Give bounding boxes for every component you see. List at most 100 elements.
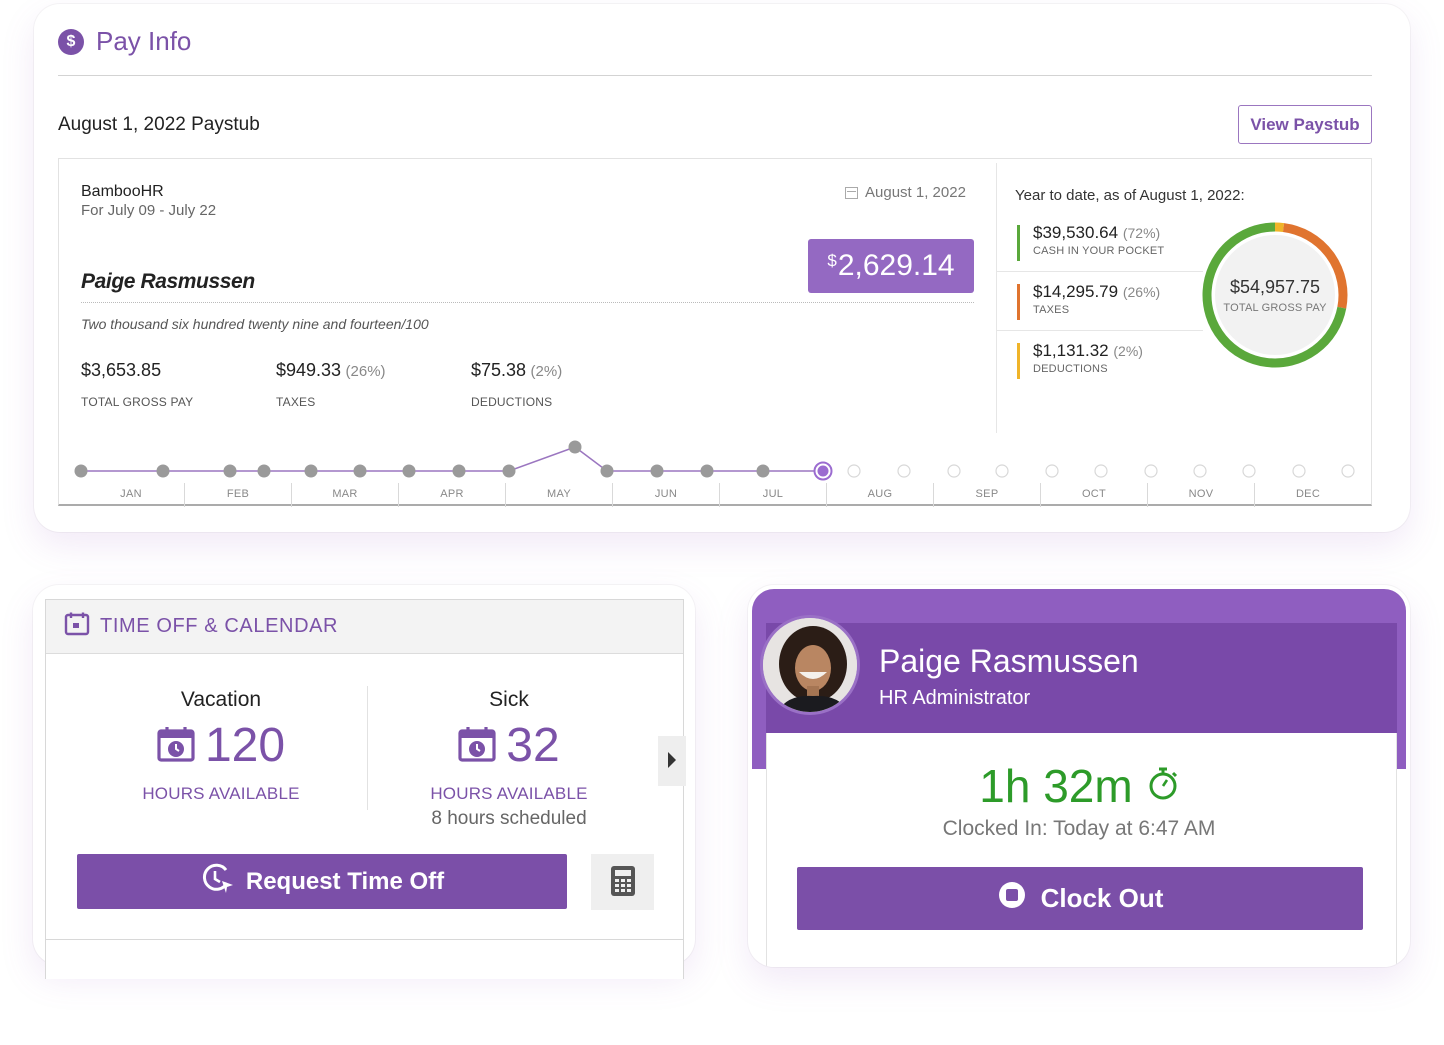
paycheck-point[interactable] <box>74 464 88 478</box>
stat-gross: $3,653.85 TOTAL GROSS PAY <box>81 360 193 409</box>
month-label: JUL <box>762 488 784 500</box>
pay-info-header: $ Pay Info <box>58 26 191 57</box>
paycheck-point[interactable] <box>156 464 170 478</box>
donut-center: $54,957.75 TOTAL GROSS PAY <box>1209 277 1341 314</box>
paycheck-point[interactable] <box>402 464 416 478</box>
current-paycheck-point[interactable] <box>817 465 829 477</box>
employer-name: BambooHR <box>81 183 164 200</box>
stop-icon <box>997 880 1027 917</box>
stat-label: TAXES <box>276 395 316 409</box>
ytd-label: DEDUCTIONS <box>1033 363 1108 375</box>
time-off-panel: TIME OFF & CALENDAR Vacation 120 HOURS A… <box>45 599 686 979</box>
view-paystub-button[interactable]: View Paystub <box>1238 105 1372 144</box>
clocked-in-text: Clocked In: Today at 6:47 AM <box>942 817 1216 840</box>
future-paycheck-point <box>1045 464 1059 478</box>
pay-date-text: August 1, 2022 <box>865 184 966 201</box>
future-paycheck-point <box>847 464 861 478</box>
month-separator <box>291 483 292 507</box>
header-divider <box>58 75 1372 76</box>
donut-slice-deductions <box>1274 222 1285 233</box>
stat-amount: $3,653.85 <box>81 360 162 380</box>
request-time-off-button[interactable]: Request Time Off <box>77 854 567 909</box>
paycheck-point[interactable] <box>502 464 516 478</box>
future-paycheck-point <box>1193 464 1207 478</box>
ytd-row-taxes: $14,295.79 (26%) TAXES <box>1017 282 1201 320</box>
calendar-clock-icon <box>157 726 195 767</box>
ytd-color-bar <box>1017 343 1020 379</box>
stopwatch-icon <box>1147 767 1179 806</box>
month-label: JAN <box>120 488 142 500</box>
paycheck-point[interactable] <box>650 464 664 478</box>
stat-taxes: $949.33 (26%) TAXES <box>276 360 386 409</box>
month-label: OCT <box>1081 488 1107 500</box>
sick-hours-label: HOURS AVAILABLE <box>430 784 588 803</box>
amount-in-words: Two thousand six hundred twenty nine and… <box>81 316 429 332</box>
panel-divider <box>46 939 683 940</box>
ytd-amount: $14,295.79 <box>1033 282 1119 301</box>
stub-divider <box>81 302 974 303</box>
month-separator <box>505 483 506 507</box>
column-divider <box>996 163 997 433</box>
future-paycheck-point <box>897 464 911 478</box>
clock-out-button[interactable]: Clock Out <box>797 867 1363 930</box>
ytd-percent: (2%) <box>1113 343 1143 359</box>
elapsed-time: 1h 32m <box>748 763 1410 809</box>
paycheck-point[interactable] <box>353 464 367 478</box>
ytd-amount: $39,530.64 <box>1033 223 1119 242</box>
future-paycheck-point <box>947 464 961 478</box>
calendar-icon <box>64 611 90 642</box>
calendar-icon <box>845 186 858 199</box>
elapsed-time-text: 1h 32m <box>979 760 1133 812</box>
time-off-card: TIME OFF & CALENDAR Vacation 120 HOURS A… <box>33 585 695 979</box>
future-paycheck-point <box>1242 464 1256 478</box>
month-label: MAY <box>547 488 571 500</box>
pay-info-title: Pay Info <box>96 26 192 56</box>
stat-percent: (2%) <box>530 363 563 380</box>
ytd-row-deductions: $1,131.32 (2%) DEDUCTIONS <box>1017 341 1201 379</box>
vacation-hours-label: HOURS AVAILABLE <box>142 784 300 803</box>
month-separator <box>826 483 827 507</box>
clock-arrow-icon <box>200 861 234 902</box>
stat-amount: $75.38 <box>471 360 527 380</box>
month-separator <box>1254 483 1255 507</box>
paycheck-point[interactable] <box>756 464 770 478</box>
vacation-title: Vacation <box>180 688 262 711</box>
sick-balance[interactable]: Sick 32 HOURS AVAILABLE 8 hours schedule… <box>369 688 649 830</box>
calculator-button[interactable] <box>591 854 654 910</box>
paycheck-point[interactable] <box>257 464 271 478</box>
paycheck-point[interactable] <box>452 464 466 478</box>
stat-label: TOTAL GROSS PAY <box>81 395 194 409</box>
ytd-amount: $1,131.32 <box>1033 341 1109 360</box>
stat-label: DEDUCTIONS <box>471 395 553 409</box>
paycheck-point[interactable] <box>600 464 614 478</box>
future-paycheck-point <box>1144 464 1158 478</box>
ytd-divider <box>997 271 1203 272</box>
paycheck-point[interactable] <box>568 440 582 454</box>
request-time-off-label: Request Time Off <box>245 867 445 895</box>
paycheck-point[interactable] <box>700 464 714 478</box>
sick-title: Sick <box>489 688 529 711</box>
next-arrow-button[interactable] <box>658 736 686 786</box>
month-separator <box>612 483 613 507</box>
time-off-title: TIME OFF & CALENDAR <box>100 615 339 637</box>
vacation-hours: 120 <box>204 719 286 772</box>
vacation-balance[interactable]: Vacation 120 HOURS AVAILABLE <box>81 688 361 804</box>
paycheck-point[interactable] <box>223 464 237 478</box>
month-label: NOV <box>1188 488 1214 500</box>
employee-name: Paige Rasmussen <box>879 643 1139 679</box>
future-paycheck-point <box>1292 464 1306 478</box>
paycheck-point[interactable] <box>304 464 318 478</box>
paystub-summary: BambooHR For July 09 - July 22 August 1,… <box>58 158 1372 507</box>
stat-deductions: $75.38 (2%) DEDUCTIONS <box>471 360 562 409</box>
month-separator <box>719 483 720 507</box>
pay-date: August 1, 2022 <box>845 184 966 201</box>
employee-name: Paige Rasmussen <box>81 270 255 293</box>
future-paycheck-point <box>1094 464 1108 478</box>
net-pay-amount: 2,629.14 <box>837 249 955 282</box>
net-pay-badge: $2,629.14 <box>808 239 974 293</box>
employee-role: HR Administrator <box>879 687 1031 709</box>
avatar[interactable] <box>760 615 860 715</box>
column-divider <box>367 686 368 810</box>
month-label: JUN <box>654 488 678 500</box>
sick-hours: 32 <box>506 719 560 772</box>
